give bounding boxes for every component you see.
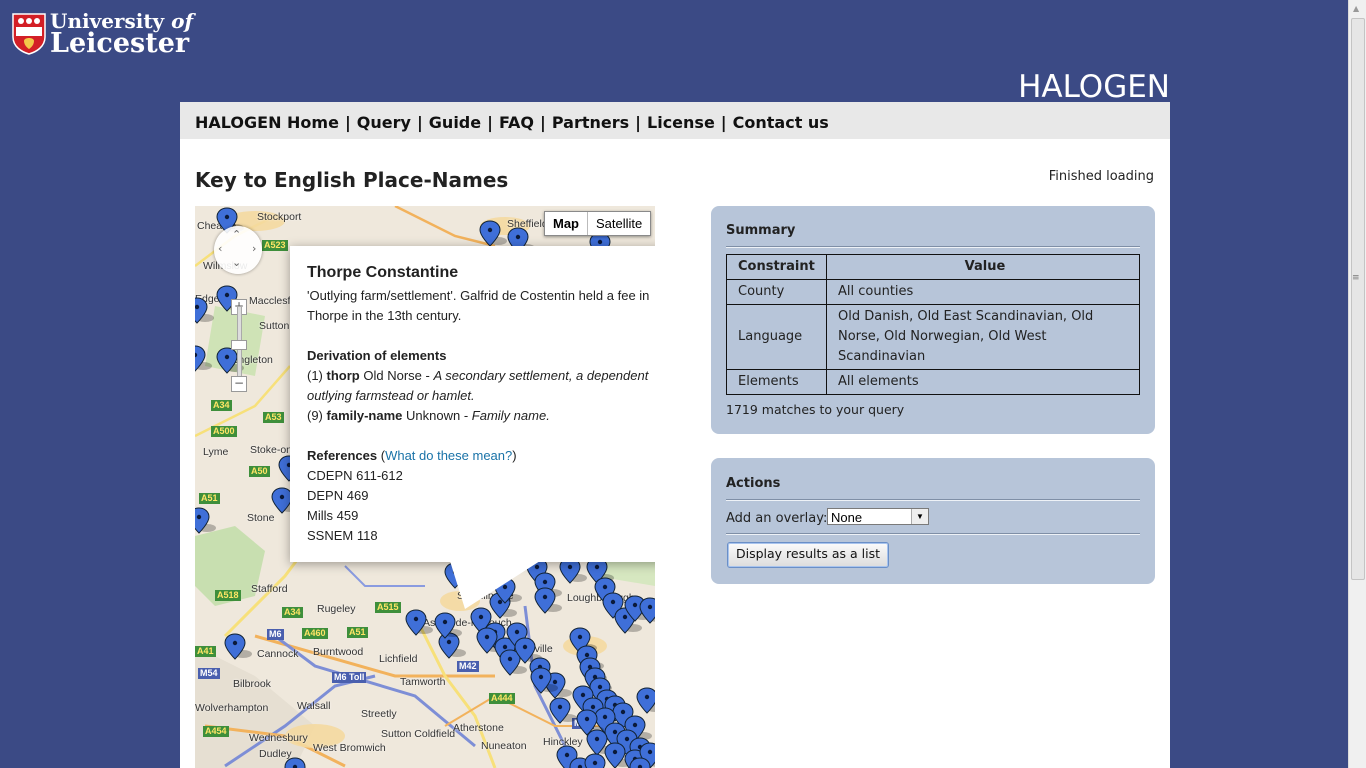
element-meaning: A secondary settlement, a dependent xyxy=(433,368,649,383)
nav-partners[interactable]: Partners xyxy=(552,113,629,132)
constraint-cell: Language xyxy=(726,304,827,370)
university-crest-icon xyxy=(12,13,46,55)
map-type-control: Map Satellite xyxy=(544,211,652,236)
map-marker-icon[interactable] xyxy=(195,297,214,324)
place-info-window: Thorpe Constantine 'Outlying farm/settle… xyxy=(290,246,655,562)
element-meaning-cont: outlying farmstead or hamlet. xyxy=(307,388,475,403)
dropdown-arrow-icon[interactable]: ▼ xyxy=(911,509,928,524)
logo-text-leicester: Leicester xyxy=(50,28,190,59)
map-marker-icon[interactable] xyxy=(479,220,507,247)
references-help-link[interactable]: What do these mean? xyxy=(385,448,512,463)
nav-license[interactable]: License xyxy=(647,113,715,132)
element-number: (9) xyxy=(307,408,323,423)
table-row: County All counties xyxy=(726,279,1140,305)
column-header-constraint: Constraint xyxy=(726,254,827,280)
map-view[interactable]: StockportSheffieldMacclesfieldWilmslowCh… xyxy=(195,206,655,768)
info-window-tail xyxy=(450,561,540,609)
element-language: Old Norse xyxy=(363,368,422,383)
reference-item: SSNEM 118 xyxy=(307,528,378,543)
table-row: Elements All elements xyxy=(726,369,1140,395)
element-row: (9) family-name Unknown - Family name. xyxy=(307,408,550,423)
summary-table-header: Constraint Value xyxy=(726,254,1140,280)
page-title: Key to English Place-Names xyxy=(195,168,509,192)
pan-right-icon[interactable]: › xyxy=(252,242,256,255)
map-marker-icon[interactable] xyxy=(405,609,433,636)
nav-separator: | xyxy=(416,113,423,132)
map-type-satellite-button[interactable]: Satellite xyxy=(588,212,650,235)
nav-separator: | xyxy=(344,113,351,132)
app-title: HALOGEN xyxy=(1018,69,1170,105)
scrollbar-thumb[interactable] xyxy=(1351,18,1365,580)
loading-status: Finished loading xyxy=(1048,169,1154,184)
nav-separator: | xyxy=(635,113,642,132)
map-marker-icon[interactable] xyxy=(195,507,216,534)
place-description-line2: Thorpe in the 13th century. xyxy=(307,308,462,323)
summary-heading: Summary xyxy=(726,223,796,238)
element-number: (1) xyxy=(307,368,323,383)
map-type-map-button[interactable]: Map xyxy=(545,212,588,235)
column-header-value: Value xyxy=(826,254,1140,280)
map-marker-icon[interactable] xyxy=(434,612,462,639)
map-marker-icon[interactable] xyxy=(549,697,577,724)
value-cell: Old Danish, Old East Scandinavian, Old N… xyxy=(826,304,1140,370)
summary-divider xyxy=(726,246,1140,248)
pan-control[interactable]: ⌃ ⌄ ‹ › xyxy=(214,226,262,274)
place-description-line1: 'Outlying farm/settlement'. Galfrid de C… xyxy=(307,288,650,303)
display-as-list-button[interactable]: Display results as a list xyxy=(727,542,890,568)
actions-divider xyxy=(726,499,1140,501)
page-scrollbar[interactable]: ▲ ≡ xyxy=(1348,0,1366,768)
overlay-label: Add an overlay: xyxy=(726,511,828,526)
actions-divider xyxy=(726,533,1140,535)
element-name: thorp xyxy=(326,368,360,383)
nav-home[interactable]: HALOGEN Home xyxy=(195,113,339,132)
page-container: HALOGEN Home | Query | Guide | FAQ | Partners | Li… xyxy=(180,102,1170,768)
value-cell: All counties xyxy=(826,279,1140,305)
scrollbar-grip-icon: ≡ xyxy=(1352,273,1360,283)
overlay-selected-value: None xyxy=(831,510,863,525)
zoom-slider-handle[interactable] xyxy=(231,340,247,350)
map-marker-icon[interactable] xyxy=(224,633,252,660)
constraint-cell: County xyxy=(726,279,827,305)
derivation-heading: Derivation of elements xyxy=(307,348,447,363)
reference-item: DEPN 469 xyxy=(307,488,369,503)
nav-separator: | xyxy=(540,113,546,132)
reference-item: CDEPN 611-612 xyxy=(307,468,403,483)
map-marker-icon[interactable] xyxy=(195,345,212,372)
nav-query[interactable]: Query xyxy=(357,113,411,132)
map-marker-icon[interactable] xyxy=(636,687,655,714)
zoom-out-icon[interactable]: − xyxy=(231,376,247,392)
map-marker-icon[interactable] xyxy=(284,757,312,768)
element-name: family-name xyxy=(326,408,403,423)
references-heading-row: References (What do these mean?) xyxy=(307,448,517,463)
overlay-select[interactable]: None ▼ xyxy=(827,508,929,525)
element-language: Unknown xyxy=(406,408,461,423)
constraint-cell: Elements xyxy=(726,369,827,395)
university-logo[interactable]: University of Leicester xyxy=(12,10,197,60)
main-nav: HALOGEN Home | Query | Guide | FAQ | Partners | Li… xyxy=(180,102,1170,139)
actions-heading: Actions xyxy=(726,476,781,491)
table-row: Language Old Danish, Old East Scandinavi… xyxy=(726,304,1140,370)
nav-faq[interactable]: FAQ xyxy=(499,113,534,132)
match-count: 1719 matches to your query xyxy=(726,402,905,417)
pan-down-icon[interactable]: ⌄ xyxy=(232,256,241,269)
summary-panel: Summary Constraint Value County All coun… xyxy=(711,206,1155,434)
pan-left-icon[interactable]: ‹ xyxy=(218,242,222,255)
references-heading: References xyxy=(307,448,378,463)
pan-up-icon[interactable]: ⌃ xyxy=(232,228,241,241)
place-name: Thorpe Constantine xyxy=(307,264,459,281)
nav-guide[interactable]: Guide xyxy=(429,113,481,132)
element-row: (1) thorp Old Norse - A secondary settle… xyxy=(307,368,649,383)
scroll-up-arrow-icon[interactable]: ▲ xyxy=(1353,4,1359,13)
actions-panel: Actions Add an overlay: None ▼ Display r… xyxy=(711,458,1155,584)
reference-item: Mills 459 xyxy=(307,508,359,523)
element-meaning: Family name. xyxy=(471,408,550,423)
nav-contact[interactable]: Contact us xyxy=(733,113,829,132)
nav-separator: | xyxy=(487,113,493,132)
nav-separator: | xyxy=(720,113,727,132)
value-cell: All elements xyxy=(826,369,1140,395)
summary-table: Constraint Value County All counties Lan… xyxy=(726,254,1140,395)
